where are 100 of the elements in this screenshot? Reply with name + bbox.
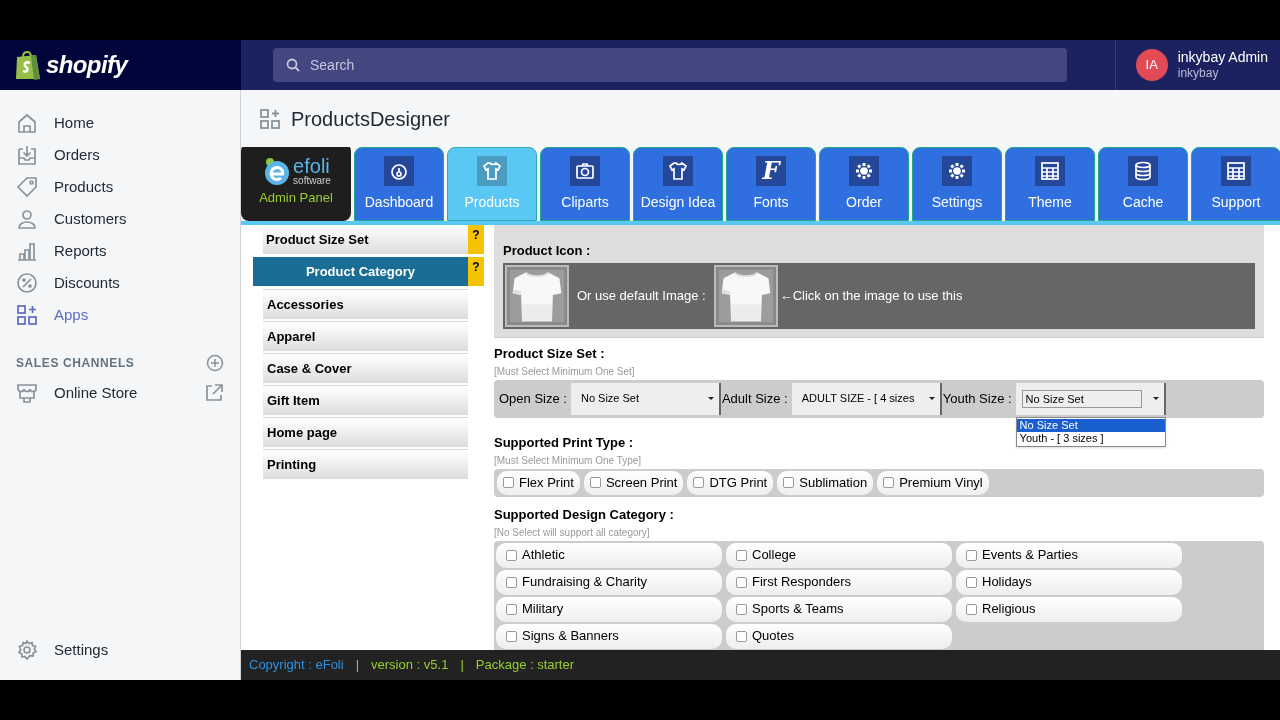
shopping-bag-icon: [14, 49, 42, 81]
package-text: Package : starter: [475, 656, 575, 675]
checkbox[interactable]: [693, 477, 705, 488]
nav-item[interactable]: Apps: [0, 299, 240, 331]
database-icon: [1132, 160, 1154, 182]
nav-item[interactable]: Customers: [0, 203, 240, 235]
category-item[interactable]: Printing: [263, 449, 468, 479]
dropdown-arrow-icon: [927, 395, 936, 401]
checkbox[interactable]: [506, 576, 517, 588]
apps-icon: [259, 107, 281, 130]
search-field[interactable]: Search: [273, 48, 1067, 82]
nav-item[interactable]: Products: [0, 171, 240, 203]
inbox-icon: [16, 144, 38, 166]
dropdown-option[interactable]: Youth - [ 3 sizes ]: [1016, 431, 1165, 445]
checkbox[interactable]: [589, 477, 601, 488]
note-text: [Must Select Minimum One Type]: [494, 453, 642, 467]
grid-icon: [1039, 160, 1061, 182]
grid-icon: [1225, 160, 1247, 182]
nav-item[interactable]: Orders: [0, 139, 240, 171]
logo-text: efoli: [293, 156, 330, 177]
size-select[interactable]: No Size Set: [570, 382, 721, 415]
nav-tab[interactable]: F Fonts: [726, 147, 816, 221]
nav-tab[interactable]: Dashboard: [354, 147, 444, 221]
checkbox[interactable]: [736, 630, 747, 642]
section-label: Supported Print Type :: [494, 434, 634, 451]
version-text: version : v5.1: [371, 656, 449, 675]
field-label: Open Size :: [499, 389, 567, 408]
checkbox[interactable]: [736, 576, 747, 588]
category-item[interactable]: Product Size Set: [263, 225, 468, 254]
home-icon: [16, 112, 38, 134]
gear-icon: [853, 160, 875, 182]
shirt-icon: [667, 160, 689, 182]
nav-tab[interactable]: Theme: [1005, 147, 1095, 221]
nav-tab[interactable]: Cliparts: [540, 147, 630, 221]
option-label[interactable]: Religious: [982, 599, 1036, 619]
copyright-text: Copyright : eFoli: [249, 656, 344, 675]
section-label: Product Icon :: [503, 242, 592, 260]
person-icon: [16, 208, 38, 230]
external-link-icon[interactable]: [204, 383, 224, 403]
section-label: Supported Design Category :: [494, 506, 674, 523]
option-label[interactable]: College: [752, 545, 797, 565]
nav-tab[interactable]: Design Idea: [633, 147, 723, 221]
help-badge[interactable]: ?: [468, 225, 484, 254]
option-label[interactable]: Holidays: [982, 572, 1032, 592]
camera-icon: [574, 160, 596, 182]
option-label[interactable]: Athletic: [522, 545, 565, 565]
checkbox[interactable]: [966, 549, 977, 561]
nav-item[interactable]: Reports: [0, 235, 240, 267]
section-label: Product Size Set :: [494, 345, 605, 362]
store-name: inkybay: [1177, 66, 1220, 82]
discount-icon: [16, 272, 38, 294]
checkbox[interactable]: [503, 477, 514, 488]
checkbox[interactable]: [506, 603, 517, 615]
checkbox[interactable]: [506, 630, 517, 642]
user-name: inkybay Admin: [1177, 48, 1268, 67]
nav-item[interactable]: Online Store: [54, 381, 138, 405]
checkbox[interactable]: [736, 549, 747, 561]
checkbox[interactable]: [966, 603, 977, 615]
separator-text: |: [355, 656, 360, 675]
option-label[interactable]: Military: [522, 599, 564, 619]
option-label[interactable]: Quotes: [752, 626, 794, 646]
checkbox[interactable]: [736, 603, 747, 615]
search-icon: [286, 58, 300, 72]
settings-icon: [16, 639, 38, 661]
hint-text: ←Click on the image to use this: [779, 286, 963, 305]
user-avatar[interactable]: IA: [1135, 49, 1168, 81]
category-item[interactable]: Product Category: [253, 257, 468, 286]
apps-icon: [16, 304, 38, 326]
category-item[interactable]: Case & Cover: [263, 353, 468, 383]
dropdown-arrow-icon: [1151, 395, 1160, 401]
category-item[interactable]: Home page: [263, 417, 468, 447]
checkbox[interactable]: [783, 477, 795, 488]
category-item[interactable]: Apparel: [263, 321, 468, 351]
note-text: [No Select will support all category]: [494, 525, 650, 539]
category-item[interactable]: Accessories: [263, 289, 468, 319]
nav-tab[interactable]: Settings: [912, 147, 1002, 221]
checkbox[interactable]: [966, 576, 977, 588]
checkbox[interactable]: [506, 549, 517, 561]
size-select[interactable]: ADULT SIZE - [ 4 sizes: [791, 382, 942, 415]
checkbox[interactable]: [883, 477, 895, 488]
nav-item[interactable]: Discounts: [0, 267, 240, 299]
dropdown-option[interactable]: No Size Set: [1016, 418, 1165, 432]
field-label: Adult Size :: [721, 389, 788, 408]
nav-tab[interactable]: Support: [1191, 147, 1280, 221]
size-select[interactable]: No Size Set: [1015, 382, 1166, 415]
settings-link[interactable]: Settings: [54, 638, 109, 662]
store-icon: [16, 382, 38, 404]
logo-text: shopify: [46, 50, 128, 80]
bar-chart-icon: [16, 240, 38, 262]
nav-tab[interactable]: Cache: [1098, 147, 1188, 221]
gear-icon: [946, 160, 968, 182]
nav-tab[interactable]: Order: [819, 147, 909, 221]
tag-icon: [16, 176, 38, 198]
note-text: [Must Select Minimum One Set]: [494, 364, 635, 378]
default-image-label: Or use default Image :: [577, 286, 706, 305]
add-icon[interactable]: [206, 354, 224, 372]
nav-item[interactable]: Home: [0, 107, 240, 139]
section-heading: SALES CHANNELS: [16, 355, 135, 372]
help-badge[interactable]: ?: [468, 257, 484, 286]
category-item[interactable]: Gift Item: [263, 385, 468, 415]
